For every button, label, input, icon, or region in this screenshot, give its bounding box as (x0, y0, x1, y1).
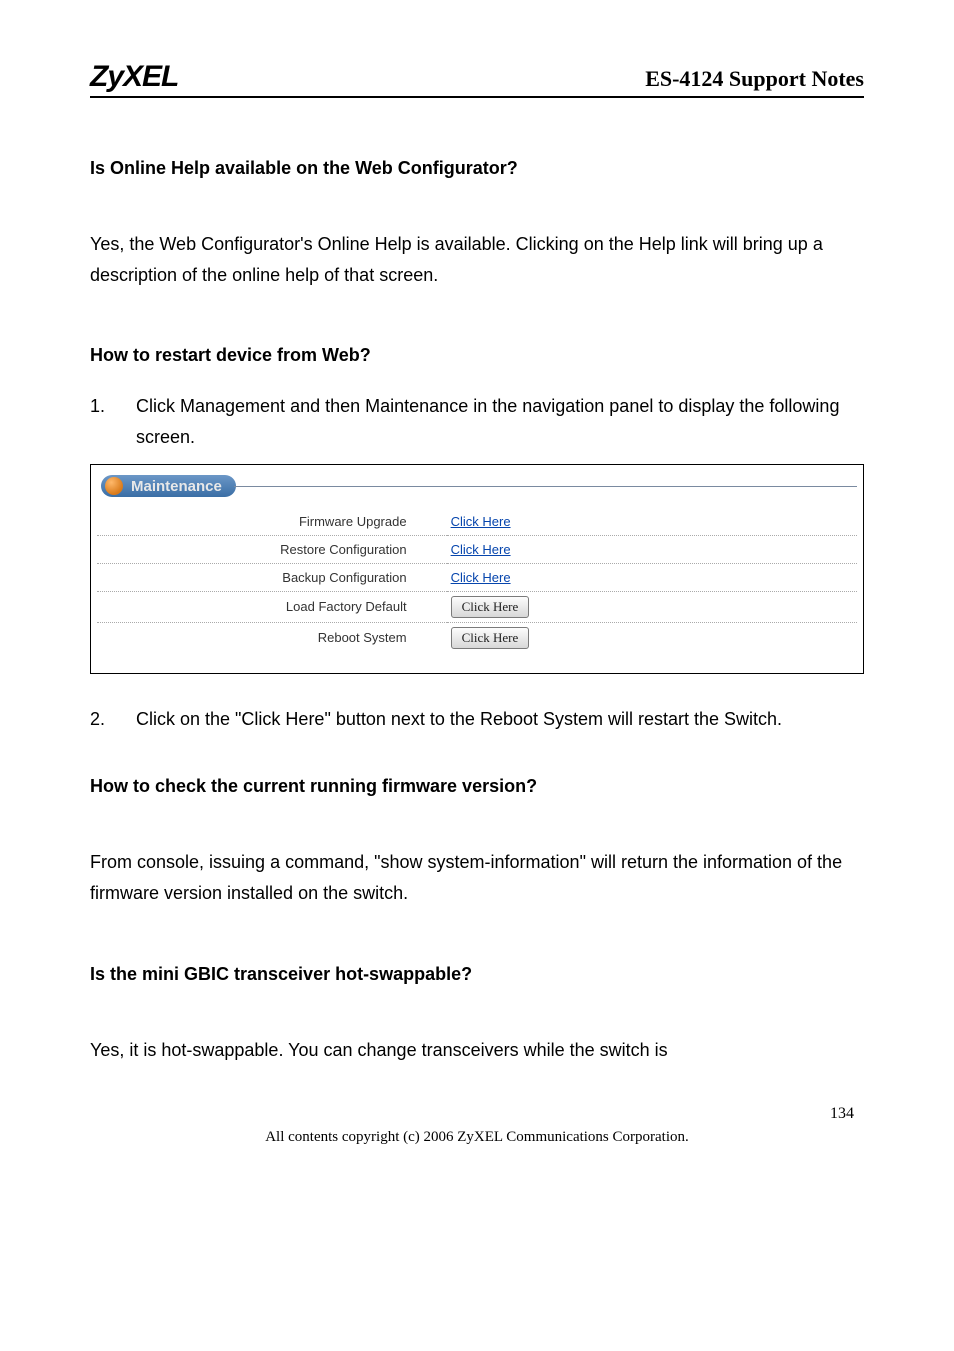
restart-steps-list-cont: 2. Click on the "Click Here" button next… (90, 704, 864, 735)
page-footer: 134 All contents copyright (c) 2006 ZyXE… (90, 1105, 864, 1146)
panel-title-divider (234, 486, 857, 487)
restart-steps-list: 1. Click Management and then Maintenance… (90, 391, 864, 452)
restart-step-2: 2. Click on the "Click Here" button next… (90, 704, 864, 735)
row-label: Restore Configuration (97, 535, 447, 563)
list-text: Click on the "Click Here" button next to… (136, 709, 782, 729)
restore-configuration-link[interactable]: Click Here (451, 542, 511, 557)
list-number: 2. (90, 704, 105, 735)
brand-logo: ZyXEL (90, 60, 178, 94)
maintenance-table: Firmware Upgrade Click Here Restore Conf… (97, 507, 857, 653)
firmware-upgrade-link[interactable]: Click Here (451, 514, 511, 529)
faq-answer-gbic: Yes, it is hot-swappable. You can change… (90, 1035, 864, 1066)
panel-title-pill: Maintenance (101, 475, 236, 497)
maintenance-screenshot: Maintenance Firmware Upgrade Click Here … (90, 464, 864, 674)
row-label: Load Factory Default (97, 591, 447, 622)
page-number: 134 (90, 1105, 864, 1123)
row-label: Backup Configuration (97, 563, 447, 591)
table-row: Reboot System Click Here (97, 622, 857, 653)
backup-configuration-link[interactable]: Click Here (451, 570, 511, 585)
faq-question-firmware-version: How to check the current running firmwar… (90, 776, 864, 797)
faq-answer-online-help: Yes, the Web Configurator's Online Help … (90, 229, 864, 290)
table-row: Load Factory Default Click Here (97, 591, 857, 622)
table-row: Restore Configuration Click Here (97, 535, 857, 563)
table-row: Firmware Upgrade Click Here (97, 507, 857, 535)
orb-icon (105, 477, 123, 495)
faq-question-online-help: Is Online Help available on the Web Conf… (90, 158, 864, 179)
reboot-system-button[interactable]: Click Here (451, 627, 530, 649)
restart-step-1: 1. Click Management and then Maintenance… (90, 391, 864, 452)
list-text: Click Management and then Maintenance in… (136, 396, 839, 447)
copyright-text: All contents copyright (c) 2006 ZyXEL Co… (90, 1129, 864, 1146)
faq-question-restart: How to restart device from Web? (90, 345, 864, 366)
page-header: ZyXEL ES-4124 Support Notes (90, 60, 864, 98)
load-factory-default-button[interactable]: Click Here (451, 596, 530, 618)
faq-question-gbic: Is the mini GBIC transceiver hot-swappab… (90, 964, 864, 985)
list-number: 1. (90, 391, 105, 422)
row-label: Firmware Upgrade (97, 507, 447, 535)
document-title: ES-4124 Support Notes (645, 66, 864, 92)
table-row: Backup Configuration Click Here (97, 563, 857, 591)
faq-answer-firmware-version: From console, issuing a command, "show s… (90, 847, 864, 908)
panel-title-text: Maintenance (131, 478, 222, 495)
row-label: Reboot System (97, 622, 447, 653)
